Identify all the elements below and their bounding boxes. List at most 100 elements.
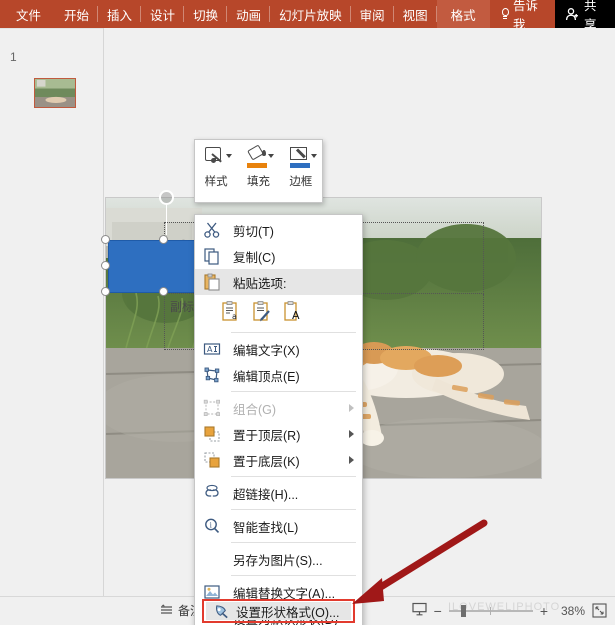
minibar-style-label: 样式 <box>204 176 228 188</box>
smart-lookup-icon: i <box>203 517 221 535</box>
slide-number-label: 1 <box>10 50 17 64</box>
tab-review-label: 审阅 <box>359 8 385 23</box>
tab-animations[interactable]: 动画 <box>227 0 271 28</box>
watermark-text: ILOVEWELIPHOTO <box>448 601 561 613</box>
svg-text:A: A <box>292 309 300 322</box>
tab-transitions-label: 切换 <box>193 8 219 23</box>
tab-transitions[interactable]: 切换 <box>184 0 228 28</box>
powerpoint-window: 文件 开始 插入 设计 切换 动画 幻灯片放映 审阅 视图 格式 告诉我 共享 <box>0 0 615 625</box>
submenu-arrow-icon[interactable] <box>349 456 354 464</box>
tab-slideshow[interactable]: 幻灯片放映 <box>270 0 351 28</box>
shape-handle-top-left[interactable] <box>101 235 110 244</box>
tab-format[interactable]: 格式 <box>436 0 490 28</box>
tab-home-label: 开始 <box>64 8 90 23</box>
thumbnail-image <box>35 79 75 107</box>
ribbon-tab-bar: 文件 开始 插入 设计 切换 动画 幻灯片放映 审阅 视图 格式 告诉我 共享 <box>0 0 615 32</box>
menu-separator <box>231 542 356 543</box>
menu-item-save-as-picture-label: 另存为图片(S)... <box>233 553 323 568</box>
menu-item-send-to-back-label: 置于底层(K) <box>233 454 300 469</box>
rotation-handle-icon[interactable] <box>159 190 174 205</box>
hyperlink-icon <box>203 484 221 502</box>
menu-item-copy[interactable]: 复制(C) <box>195 243 362 269</box>
menu-item-smart-lookup[interactable]: i 智能查找(L) <box>195 513 362 539</box>
chevron-down-icon[interactable] <box>268 154 275 158</box>
paste-keep-source-formatting-icon[interactable]: a <box>221 301 241 323</box>
menu-item-edit-text[interactable]: A 编辑文字(X) <box>195 336 362 362</box>
menu-item-bring-to-front[interactable]: 置于顶层(R) <box>195 421 362 447</box>
shape-outline-icon <box>288 146 317 170</box>
svg-text:a: a <box>232 312 237 321</box>
fill-bucket-icon <box>245 144 275 170</box>
menu-separator <box>231 476 356 477</box>
mini-format-toolbar[interactable]: 样式 填充 边框 <box>194 139 323 203</box>
minibar-outline-label: 边框 <box>289 176 313 188</box>
tab-file[interactable]: 文件 <box>0 0 55 28</box>
notes-icon <box>160 603 173 619</box>
menu-item-hyperlink[interactable]: 超链接(H)... <box>195 480 362 506</box>
tab-design[interactable]: 设计 <box>141 0 185 28</box>
chevron-down-icon[interactable] <box>226 154 233 158</box>
menu-item-edit-points-label: 编辑顶点(E) <box>233 369 300 384</box>
submenu-arrow-icon[interactable] <box>349 430 354 438</box>
shape-handle-middle-left[interactable] <box>101 261 110 270</box>
slide-thumbnail-1[interactable] <box>34 78 76 108</box>
tab-animations-label: 动画 <box>236 8 262 23</box>
menu-separator <box>231 332 356 333</box>
chevron-down-icon[interactable] <box>310 154 317 158</box>
slideshow-icon[interactable] <box>412 602 427 619</box>
menu-item-cut[interactable]: 剪切(T) <box>195 217 362 243</box>
minibar-fill-label: 填充 <box>246 176 270 188</box>
tab-view[interactable]: 视图 <box>394 0 437 28</box>
tab-insert-label: 插入 <box>107 8 133 23</box>
rotation-stem <box>166 203 167 235</box>
tab-format-label: 格式 <box>450 8 476 23</box>
group-icon <box>203 399 221 417</box>
shape-handle-top-center[interactable] <box>159 235 168 244</box>
menu-separator <box>231 509 356 510</box>
shape-handle-bottom-left[interactable] <box>101 287 110 296</box>
minibar-fill-button[interactable]: 填充 <box>237 140 279 202</box>
paste-icon <box>203 273 221 291</box>
shape-handle-bottom-center[interactable] <box>159 287 168 296</box>
menu-item-edit-text-label: 编辑文字(X) <box>233 343 300 358</box>
slide-thumbnail-pane[interactable]: 1 <box>0 28 104 596</box>
submenu-arrow-icon <box>349 404 354 412</box>
menu-item-bring-to-front-label: 置于顶层(R) <box>233 428 301 443</box>
fit-to-window-icon[interactable] <box>592 603 607 618</box>
menu-item-copy-label: 复制(C) <box>233 250 276 265</box>
menu-item-smart-lookup-label: 智能查找(L) <box>233 520 299 535</box>
menu-item-edit-points[interactable]: 编辑顶点(E) <box>195 362 362 388</box>
menu-item-send-to-back[interactable]: 置于底层(K) <box>195 447 362 473</box>
context-menu[interactable]: 剪切(T) 复制(C) 粘贴选项: a A A 编辑文字(X) 编辑顶点(E) … <box>194 214 363 625</box>
menu-item-paste-options-label: 粘贴选项: <box>233 276 287 291</box>
zoom-out-button[interactable]: − <box>434 604 442 618</box>
tab-review[interactable]: 审阅 <box>351 0 394 28</box>
menu-item-paste-options-header: 粘贴选项: <box>195 269 362 295</box>
menu-item-group: 组合(G) <box>195 395 362 421</box>
menu-item-cut-label: 剪切(T) <box>233 224 274 239</box>
svg-text:A: A <box>207 345 213 354</box>
tab-view-label: 视图 <box>402 8 428 23</box>
tab-design-label: 设计 <box>150 8 176 23</box>
menu-item-save-as-picture[interactable]: 另存为图片(S)... <box>195 546 362 572</box>
minibar-outline-button[interactable]: 边框 <box>280 140 322 202</box>
tab-file-label: 文件 <box>16 8 42 23</box>
scissors-icon <box>203 221 221 239</box>
menu-separator <box>231 575 356 576</box>
menu-item-hyperlink-label: 超链接(H)... <box>233 487 299 502</box>
tab-home[interactable]: 开始 <box>55 0 99 28</box>
shape-style-icon <box>203 146 233 170</box>
tell-me-box[interactable]: 告诉我 <box>490 0 555 32</box>
share-person-icon <box>565 7 580 22</box>
highlight-rectangle <box>202 599 355 623</box>
menu-item-group-label: 组合(G) <box>233 402 277 417</box>
bring-to-front-icon <box>203 425 221 443</box>
share-button[interactable]: 共享 <box>555 0 615 32</box>
svg-text:i: i <box>210 521 213 529</box>
tab-insert[interactable]: 插入 <box>98 0 142 28</box>
minibar-style-button[interactable]: 样式 <box>195 140 237 202</box>
paste-text-only-icon[interactable]: A <box>283 301 303 323</box>
paste-options-row[interactable]: a A <box>195 295 362 329</box>
paste-use-destination-theme-icon[interactable] <box>252 301 272 323</box>
edit-text-icon: A <box>203 340 221 358</box>
